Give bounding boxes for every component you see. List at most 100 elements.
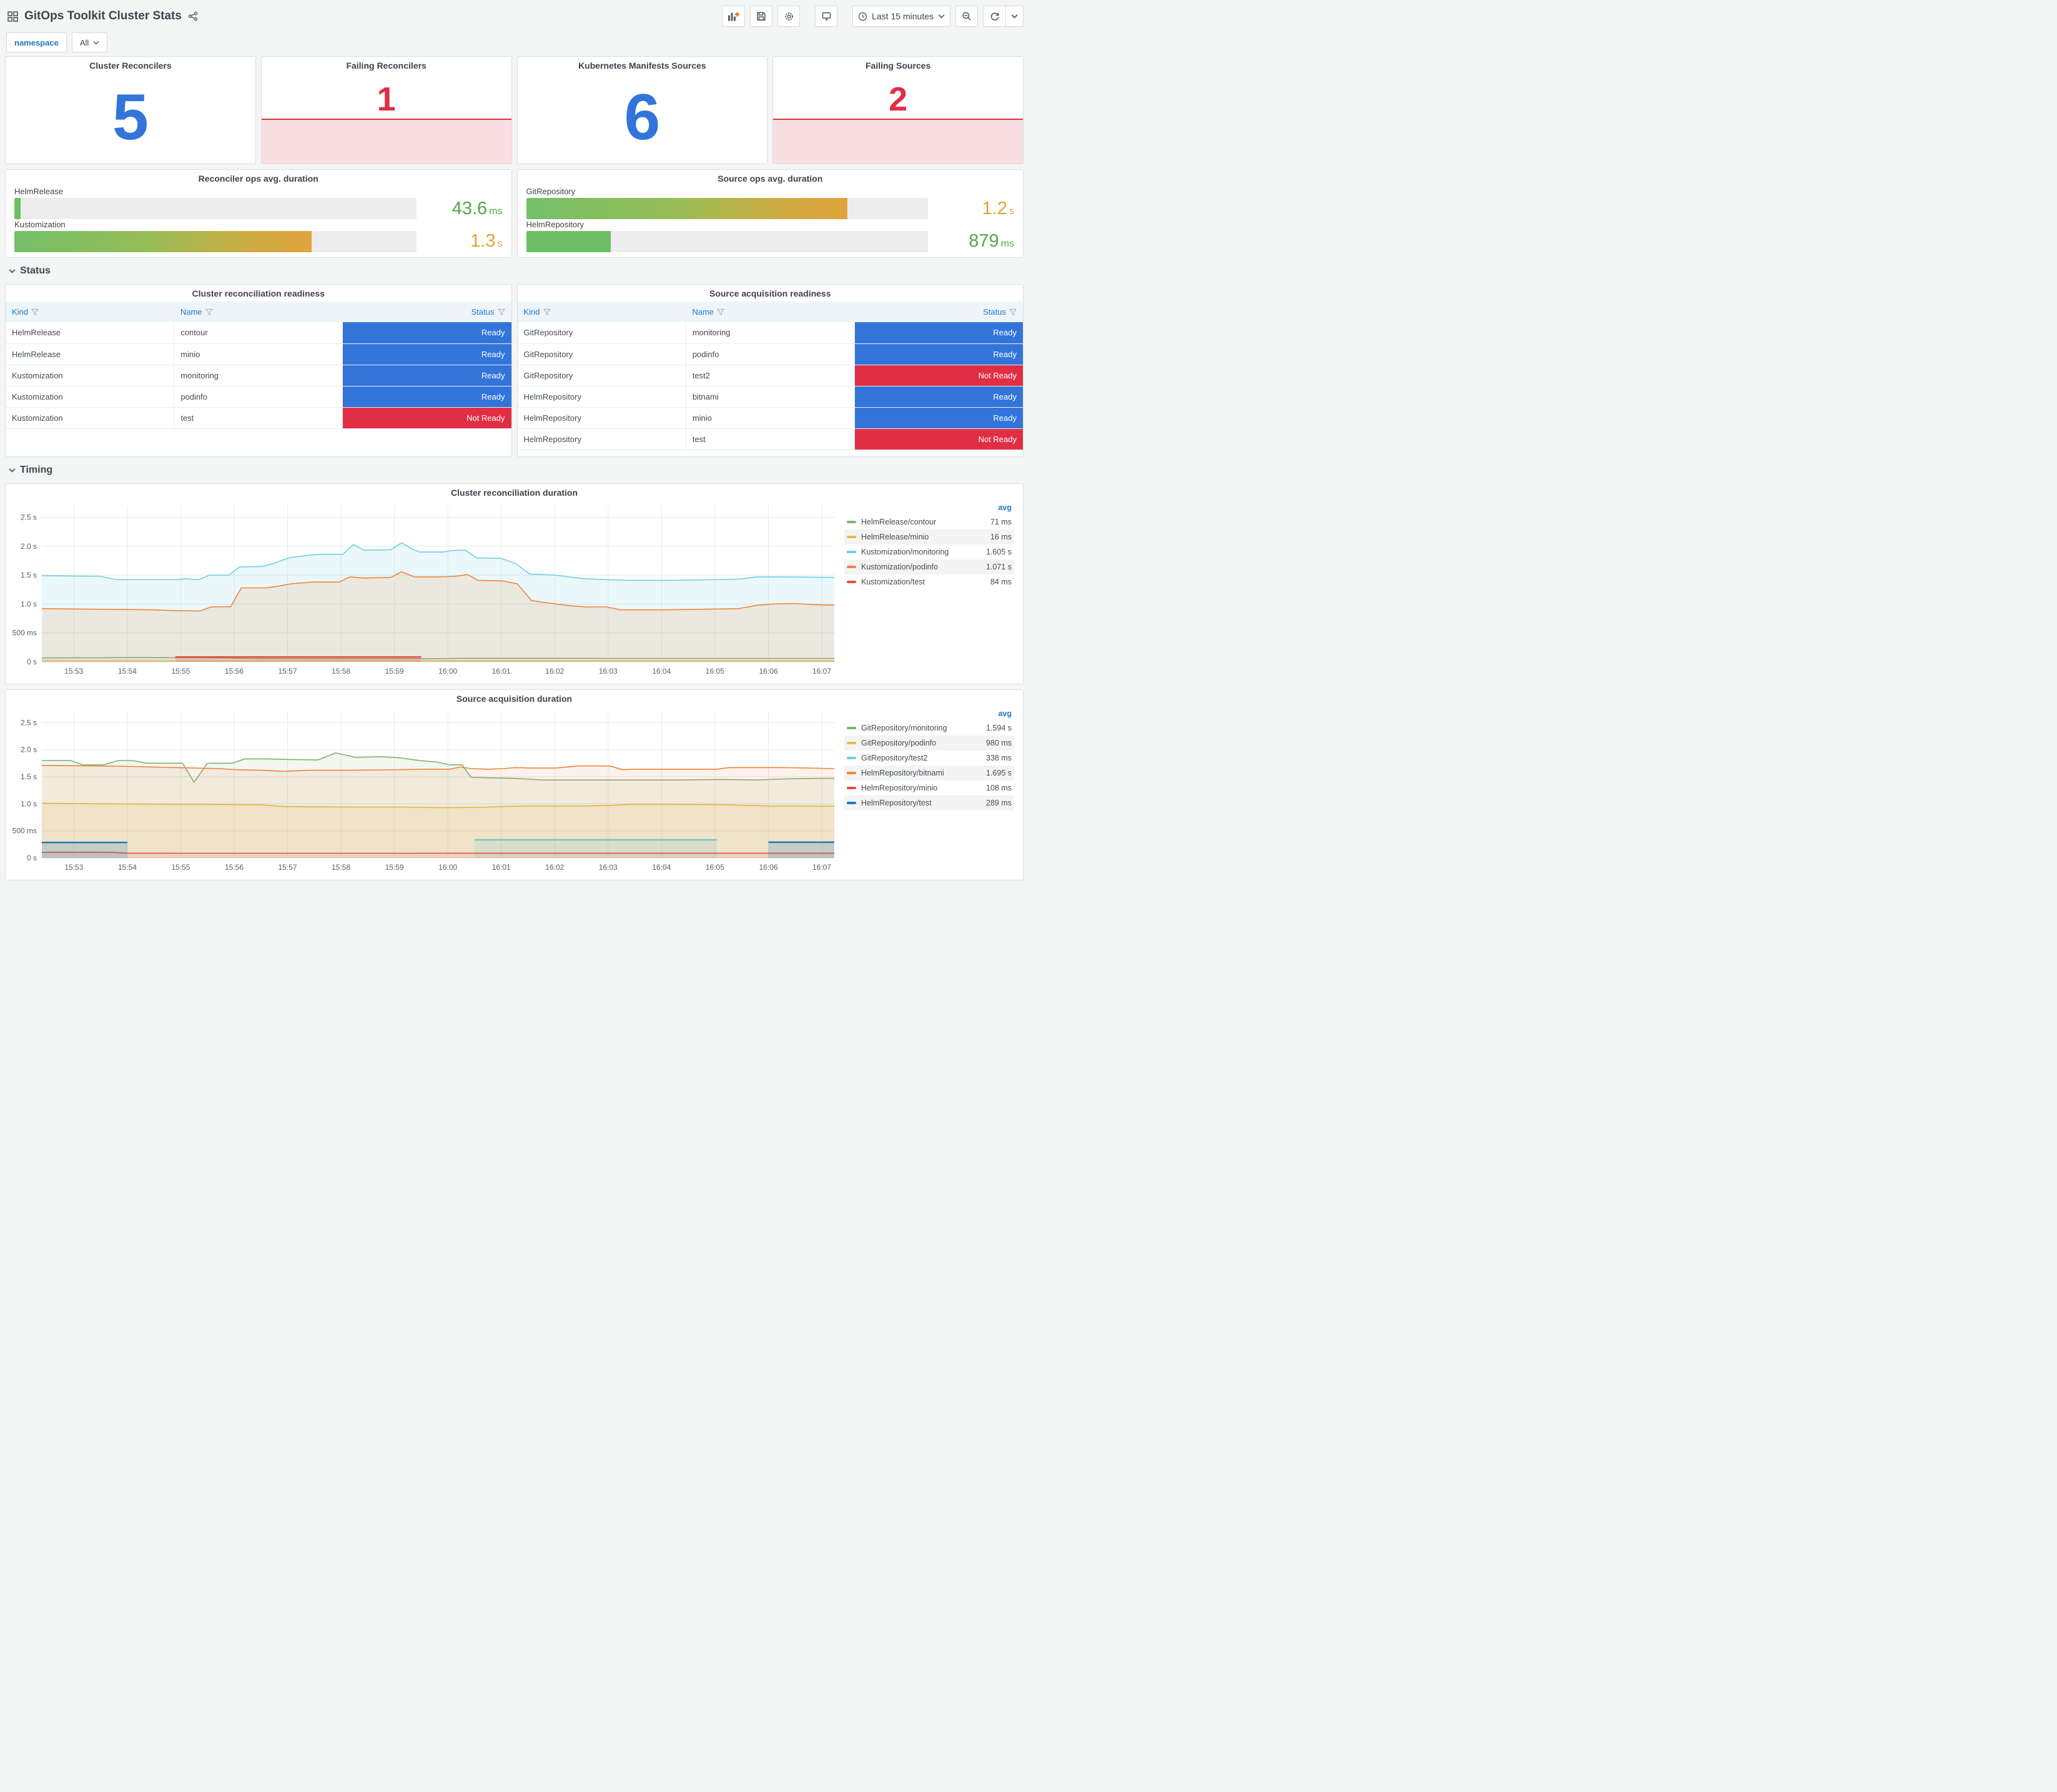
series-name[interactable]: HelmRepository/bitnami bbox=[861, 769, 986, 777]
legend-item[interactable]: HelmRelease/minio 16 ms bbox=[844, 529, 1014, 544]
section-timing[interactable]: Timing bbox=[9, 462, 1024, 478]
legend-item[interactable]: GitRepository/test2 338 ms bbox=[844, 751, 1014, 766]
svg-text:16:03: 16:03 bbox=[599, 667, 618, 676]
series-name[interactable]: GitRepository/monitoring bbox=[861, 724, 986, 732]
zoom-out-button[interactable] bbox=[955, 6, 978, 27]
table-row: Kustomization test Not Ready bbox=[6, 407, 511, 429]
series-name[interactable]: HelmRelease/minio bbox=[861, 533, 990, 541]
gauge-value: 1.3 s bbox=[470, 231, 503, 252]
cell-status: Ready bbox=[854, 322, 1023, 344]
share-icon[interactable] bbox=[188, 11, 198, 21]
series-name[interactable]: HelmRepository/test bbox=[861, 799, 986, 807]
panel-title[interactable]: Cluster reconciliation readiness bbox=[6, 285, 511, 302]
legend-item[interactable]: HelmRelease/contour 71 ms bbox=[844, 514, 1014, 529]
series-color-swatch bbox=[847, 566, 856, 568]
legend-item[interactable]: HelmRepository/bitnami 1.695 s bbox=[844, 766, 1014, 780]
cell-status: Not Ready bbox=[342, 407, 511, 429]
panel-title[interactable]: Source acquisition duration bbox=[6, 690, 1023, 707]
dashboard-header: GitOps Toolkit Cluster Stats Last 15 min… bbox=[5, 2, 1024, 30]
svg-text:15:55: 15:55 bbox=[171, 667, 190, 676]
series-avg-value: 1.594 s bbox=[985, 724, 1012, 732]
panel-title[interactable]: Cluster reconciliation duration bbox=[6, 484, 1023, 501]
status-badge: Ready bbox=[343, 343, 511, 365]
legend-item[interactable]: Kustomization/monitoring 1.605 s bbox=[844, 544, 1014, 559]
cell-kind: GitRepository bbox=[517, 365, 686, 386]
legend-avg-header[interactable]: avg bbox=[844, 502, 1014, 514]
chevron-down-icon bbox=[9, 468, 16, 473]
svg-text:16:00: 16:00 bbox=[438, 667, 457, 676]
cell-kind: HelmRepository bbox=[517, 407, 686, 429]
series-name[interactable]: Kustomization/podinfo bbox=[861, 563, 986, 571]
chevron-down-icon bbox=[93, 41, 99, 45]
variable-namespace-value-dropdown[interactable]: All bbox=[71, 32, 108, 52]
status-badge: Ready bbox=[343, 322, 511, 343]
variable-namespace-label[interactable]: namespace bbox=[6, 32, 67, 52]
gauge-row: Reconciler ops avg. duration HelmRelease… bbox=[5, 169, 1024, 258]
series-name[interactable]: HelmRelease/contour bbox=[861, 518, 990, 526]
legend-item[interactable]: Kustomization/podinfo 1.071 s bbox=[844, 559, 1014, 574]
panel-title[interactable]: Reconciler ops avg. duration bbox=[6, 170, 511, 187]
svg-text:1.0 s: 1.0 s bbox=[21, 799, 37, 808]
timeseries-plot-area[interactable]: 0 s 500 ms 1.0 s 1.5 s 2.0 s 2.5 s 15:53 15:54 1… bbox=[6, 707, 841, 874]
timeseries-svg[interactable]: 0 s 500 ms 1.0 s 1.5 s 2.0 s 2.5 s 15:53 15:54 1… bbox=[6, 501, 841, 678]
cycle-view-mode-button[interactable] bbox=[815, 6, 838, 27]
table-row: HelmRepository bitnami Ready bbox=[517, 386, 1023, 408]
status-badge: Ready bbox=[343, 365, 511, 386]
legend-avg-header[interactable]: avg bbox=[844, 708, 1014, 721]
legend-item[interactable]: HelmRepository/minio 108 ms bbox=[844, 780, 1014, 795]
timeseries-plot-area[interactable]: 0 s 500 ms 1.0 s 1.5 s 2.0 s 2.5 s 15:53 15:54 1… bbox=[6, 501, 841, 678]
cell-kind: HelmRelease bbox=[6, 322, 175, 344]
column-header-kind[interactable]: Kind bbox=[517, 302, 686, 322]
time-range-picker[interactable]: Last 15 minutes bbox=[852, 6, 950, 27]
dashboard-settings-button[interactable] bbox=[777, 6, 801, 27]
readiness-table-panel: Cluster reconciliation readiness Kind Nam… bbox=[5, 284, 512, 457]
panel-title[interactable]: Source ops avg. duration bbox=[518, 170, 1024, 187]
svg-text:15:55: 15:55 bbox=[171, 863, 190, 872]
panel-title[interactable]: Failing Sources bbox=[773, 57, 1023, 74]
cell-kind: HelmRepository bbox=[517, 428, 686, 450]
legend-item[interactable]: GitRepository/podinfo 980 ms bbox=[844, 736, 1014, 751]
section-status[interactable]: Status bbox=[9, 263, 1024, 279]
refresh-button[interactable] bbox=[983, 6, 1005, 27]
column-header-status[interactable]: Status bbox=[342, 302, 511, 322]
panel-title[interactable]: Kubernetes Manifests Sources bbox=[518, 57, 767, 74]
stat-value: 1 bbox=[377, 81, 396, 119]
panel-title[interactable]: Cluster Reconcilers bbox=[6, 57, 255, 74]
timeseries-svg[interactable]: 0 s 500 ms 1.0 s 1.5 s 2.0 s 2.5 s 15:53 15:54 1… bbox=[6, 707, 841, 874]
dashboard-grid-icon[interactable] bbox=[7, 11, 18, 22]
column-header-name[interactable]: Name bbox=[686, 302, 855, 322]
series-name[interactable]: Kustomization/test bbox=[861, 578, 990, 586]
series-avg-value: 980 ms bbox=[986, 739, 1012, 747]
svg-text:2.5 s: 2.5 s bbox=[21, 718, 37, 727]
cell-status: Ready bbox=[342, 365, 511, 386]
save-dashboard-button[interactable] bbox=[750, 6, 773, 27]
series-color-swatch bbox=[847, 742, 856, 744]
status-badge: Ready bbox=[343, 386, 511, 407]
column-header-kind[interactable]: Kind bbox=[6, 302, 174, 322]
panel-title[interactable]: Source acquisition readiness bbox=[518, 285, 1024, 302]
cell-status: Ready bbox=[854, 386, 1023, 408]
series-avg-value: 1.695 s bbox=[985, 769, 1012, 777]
svg-text:2.5 s: 2.5 s bbox=[21, 513, 37, 522]
status-badge: Ready bbox=[854, 322, 1023, 343]
legend-item[interactable]: GitRepository/monitoring 1.594 s bbox=[844, 721, 1014, 736]
add-panel-button[interactable] bbox=[722, 6, 746, 27]
column-header-status[interactable]: Status bbox=[854, 302, 1023, 322]
panel-title[interactable]: Failing Reconcilers bbox=[262, 57, 511, 74]
series-avg-value: 71 ms bbox=[990, 518, 1012, 526]
series-name[interactable]: Kustomization/monitoring bbox=[861, 548, 986, 556]
status-badge: Ready bbox=[854, 407, 1023, 428]
series-name[interactable]: HelmRepository/minio bbox=[861, 784, 986, 792]
series-name[interactable]: GitRepository/test2 bbox=[861, 754, 986, 762]
cell-name: monitoring bbox=[174, 365, 343, 386]
cell-name: test bbox=[686, 428, 855, 450]
svg-text:15:56: 15:56 bbox=[225, 667, 244, 676]
status-badge: Ready bbox=[854, 343, 1023, 365]
stat-panel: Cluster Reconcilers 5 bbox=[5, 56, 256, 164]
column-header-name[interactable]: Name bbox=[174, 302, 343, 322]
svg-text:16:02: 16:02 bbox=[545, 667, 564, 676]
series-name[interactable]: GitRepository/podinfo bbox=[861, 739, 986, 747]
legend-item[interactable]: Kustomization/test 84 ms bbox=[844, 574, 1014, 589]
legend-item[interactable]: HelmRepository/test 289 ms bbox=[844, 795, 1014, 810]
refresh-interval-dropdown[interactable] bbox=[1005, 6, 1024, 27]
